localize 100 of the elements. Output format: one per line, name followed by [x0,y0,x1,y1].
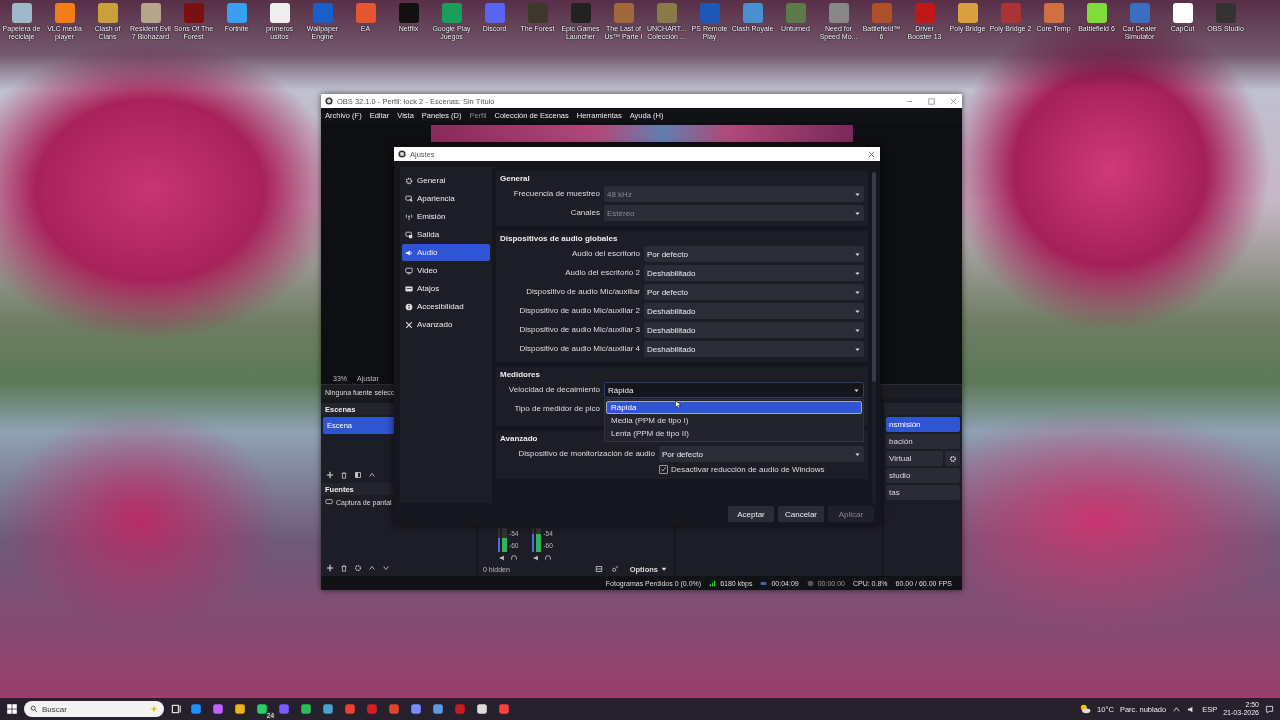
headphones-icon[interactable] [509,554,518,562]
sidebar-item[interactable]: Audio [402,244,490,261]
dropdown-field[interactable]: Deshabilitado [644,341,864,357]
sidebar-item[interactable]: Emisión [402,208,490,225]
caret-icon [854,269,861,277]
speaker-icon [405,248,413,257]
settings-button[interactable] [945,451,960,466]
section-title: Medidores [500,370,540,379]
dropdown-field[interactable]: Por defecto [644,284,864,300]
up-icon[interactable] [368,471,376,479]
settings-icon[interactable] [354,564,362,572]
keyboard-icon [405,284,413,293]
field-label: Dispositivo de audio Mic/auxiliar 4 [518,343,640,355]
field-label: Dispositivo de audio Mic/auxiliar 3 [518,324,640,336]
record-icon [806,579,814,587]
speaker-icon[interactable] [498,554,507,562]
control-button[interactable]: Virtual [886,451,943,466]
caret-icon [854,288,861,296]
weather-icon [1079,703,1092,715]
audio-meter [536,528,542,552]
trash-icon[interactable] [340,564,348,572]
down-icon[interactable] [382,564,390,572]
chevron-up-icon[interactable] [1172,704,1182,714]
dialog-button[interactable]: Cancelar [778,506,824,522]
filter-icon[interactable] [354,471,362,479]
add-icon[interactable] [326,471,334,479]
dropdown-field[interactable]: Rápida [604,382,864,398]
tools-icon [405,320,413,329]
add-icon[interactable] [326,564,334,572]
field-label: Audio del escritorio [570,248,640,260]
app-icon[interactable] [190,703,202,715]
app-icon[interactable] [256,703,268,715]
close-icon[interactable] [949,96,958,106]
caret-icon [854,326,861,334]
app-icon[interactable] [1172,3,1193,23]
app-icon[interactable] [476,703,488,715]
control-button[interactable]: nsmisión [886,417,960,432]
close-icon[interactable] [867,149,876,159]
dropdown-field[interactable]: Por defecto [644,246,864,262]
caret-icon [854,190,861,198]
search-field[interactable]: Buscar [24,701,164,717]
section-title: Avanzado [500,434,538,443]
sidebar-item[interactable]: Video [402,262,490,279]
field-label: Dispositivo de monitorización de audio [517,448,655,460]
app-icon[interactable] [322,703,334,715]
control-button[interactable]: studio [886,468,960,483]
antenna-icon [405,212,413,221]
notification-icon[interactable] [1265,704,1274,714]
dialog-button[interactable]: Aceptar [728,506,774,522]
link-icon[interactable] [610,565,619,573]
field-label: Audio del escritorio 2 [564,267,640,279]
scrollbar-thumb[interactable] [872,172,876,382]
app-icon[interactable] [432,703,444,715]
app-logo-icon [325,97,333,105]
app-icon[interactable] [410,703,422,715]
field-label: Frecuencia de muestreo [512,188,600,200]
section-title: General [500,174,530,183]
app-icon[interactable] [300,703,312,715]
audio-meter [502,528,507,552]
mouse-pointer-icon [675,400,681,409]
app-icon[interactable] [212,703,224,715]
sidebar-item[interactable]: Avanzado [402,316,490,333]
volume-slider[interactable] [532,528,535,552]
brush-icon [405,194,413,203]
app-icon[interactable] [269,3,290,23]
app-logo-icon [398,150,406,158]
dropdown-field[interactable]: Por defecto [659,446,864,462]
app-icon[interactable] [1086,3,1107,23]
task-view-icon[interactable] [170,703,182,715]
gear-icon [405,176,413,185]
dropdown-field[interactable]: Deshabilitado [644,303,864,319]
dropdown-option[interactable]: Media (PPM de tipo I) [606,414,862,427]
checkbox[interactable] [659,465,668,474]
layout-icon[interactable] [594,565,603,573]
app-icon[interactable] [234,703,246,715]
monitor-icon [405,266,413,275]
checkbox-label[interactable]: Desactivar reducción de audio de Windows [671,465,825,474]
dropdown-option[interactable]: Lenta (PPM de tipo II) [606,427,862,440]
start-icon[interactable] [6,703,18,715]
field-label: Dispositivo de audio Mic/auxiliar [525,286,640,298]
sidebar-item[interactable]: General [402,172,490,189]
dropdown-field[interactable]: Deshabilitado [644,322,864,338]
dropdown-option[interactable]: Rápida [606,401,862,414]
caret-icon [854,450,861,458]
field-label: Velocidad de decaimiento [507,384,600,396]
caret-icon [854,307,861,315]
control-button[interactable]: bación [886,434,960,449]
dropdown-field[interactable]: Deshabilitado [644,265,864,281]
field-label: Tipo de medidor de pico [513,403,600,415]
sidebar-item[interactable]: Atajos [402,280,490,297]
sidebar-item[interactable]: Accesibilidad [402,298,490,315]
caret-icon [854,209,861,217]
control-button[interactable]: tas [886,485,960,500]
search-icon [30,705,38,713]
sidebar-item[interactable]: Salida [402,226,490,243]
sidebar-item[interactable]: Apariencia [402,190,490,207]
trash-icon[interactable] [340,471,348,479]
up-icon[interactable] [368,564,376,572]
caret-icon [854,250,861,258]
headphones-icon[interactable] [544,554,553,562]
